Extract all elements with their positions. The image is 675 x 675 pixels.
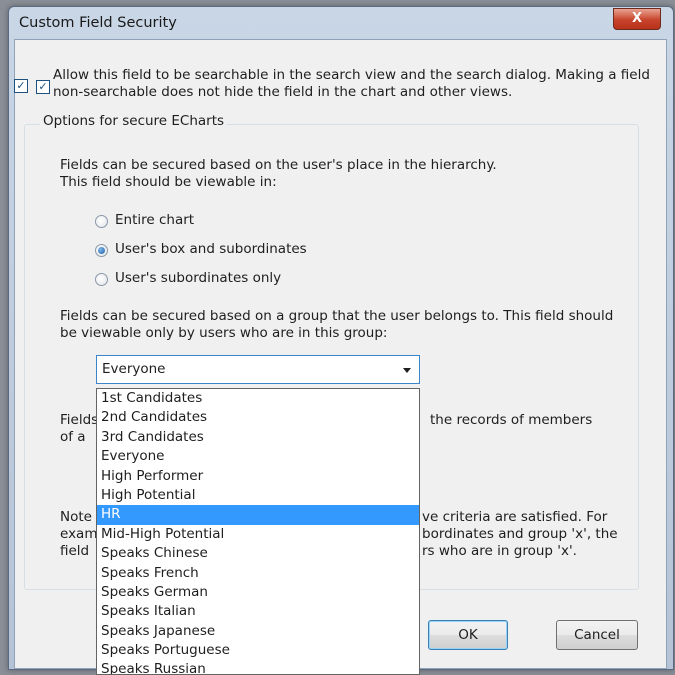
radio-button[interactable] — [95, 273, 108, 286]
dropdown-option[interactable]: Speaks Portuguese — [97, 641, 419, 660]
dropdown-option[interactable]: Speaks Chinese — [97, 544, 419, 563]
radio-button[interactable] — [95, 215, 108, 228]
dropdown-option[interactable]: Speaks French — [97, 564, 419, 583]
hierarchy-text: Fields can be secured based on the user'… — [60, 157, 497, 190]
radio-label: User's box and subordinates — [115, 241, 307, 257]
cancel-button[interactable]: Cancel — [556, 620, 638, 650]
searchable-checkbox[interactable]: ✓ — [14, 79, 28, 93]
dropdown-option[interactable]: Speaks Russian — [97, 660, 419, 674]
note-text-l1-start: Note — [60, 509, 92, 525]
dropdown-option[interactable]: Mid-High Potential — [97, 525, 419, 544]
members-text-end: the records of members — [430, 412, 593, 428]
searchable-checkbox[interactable]: ✓ — [36, 80, 50, 94]
title-bar[interactable]: Custom Field Security X — [9, 7, 673, 41]
group-legend: Options for secure ECharts — [40, 113, 228, 129]
group-select-value: Everyone — [102, 361, 166, 377]
dropdown-option-highlighted[interactable]: HR — [97, 505, 419, 525]
dropdown-option[interactable]: 3rd Candidates — [97, 428, 419, 447]
dropdown-option[interactable]: 1st Candidates — [97, 389, 419, 408]
group-select[interactable]: Everyone — [96, 355, 420, 384]
note-text-l2-end: bordinates and group 'x', the — [422, 526, 618, 542]
dropdown-option[interactable]: High Potential — [97, 486, 419, 505]
group-text: Fields can be secured based on a group t… — [60, 308, 614, 341]
chevron-down-icon[interactable] — [403, 368, 411, 373]
group-select-dropdown-list[interactable]: 1st Candidates 2nd Candidates 3rd Candid… — [96, 388, 420, 675]
dropdown-option[interactable]: Speaks Japanese — [97, 622, 419, 641]
note-text-l3-start: field — [60, 543, 90, 559]
ok-button[interactable]: OK — [428, 620, 508, 650]
dropdown-option[interactable]: Speaks Italian — [97, 602, 419, 621]
note-text-l2-start: exam — [60, 526, 98, 542]
close-icon: X — [631, 11, 643, 26]
dropdown-option[interactable]: Everyone — [97, 447, 419, 466]
radio-label: User's subordinates only — [115, 270, 282, 286]
members-text-line2: of a — [60, 429, 86, 445]
dropdown-option[interactable]: High Performer — [97, 467, 419, 486]
radio-label: Entire chart — [115, 212, 195, 228]
dropdown-option[interactable]: Speaks German — [97, 583, 419, 602]
close-button[interactable]: X — [613, 8, 661, 30]
note-text-l1-end: ve criteria are satisfied. For — [422, 509, 608, 525]
note-text-l3-end: rs who are in group 'x'. — [422, 543, 577, 559]
searchable-label: Allow this field to be searchable in the… — [53, 67, 650, 100]
members-text-start: Fields — [60, 412, 99, 428]
window-title: Custom Field Security — [19, 15, 177, 31]
radio-button-selected[interactable] — [95, 244, 108, 257]
dropdown-option[interactable]: 2nd Candidates — [97, 408, 419, 427]
